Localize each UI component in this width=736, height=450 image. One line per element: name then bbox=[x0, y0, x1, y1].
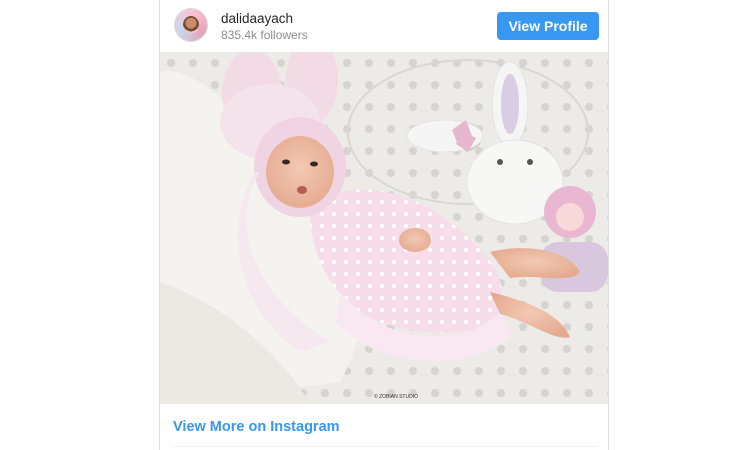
instagram-embed-card: dalidaayach 835.4k followers View Profil… bbox=[159, 0, 609, 450]
view-more-link[interactable]: View More on Instagram bbox=[173, 419, 340, 435]
avatar[interactable] bbox=[174, 8, 208, 42]
username[interactable]: dalidaayach bbox=[221, 11, 293, 26]
photo-credit: © ZOBIAN STUDIO bbox=[374, 393, 418, 400]
footer-divider bbox=[173, 446, 597, 447]
post-header: dalidaayach 835.4k followers View Profil… bbox=[160, 0, 608, 52]
follower-count: 835.4k followers bbox=[221, 28, 308, 42]
post-photo[interactable]: © ZOBIAN STUDIO bbox=[160, 52, 608, 404]
baby-photo-illustration: © ZOBIAN STUDIO bbox=[160, 52, 608, 404]
view-profile-button[interactable]: View Profile bbox=[497, 12, 599, 40]
